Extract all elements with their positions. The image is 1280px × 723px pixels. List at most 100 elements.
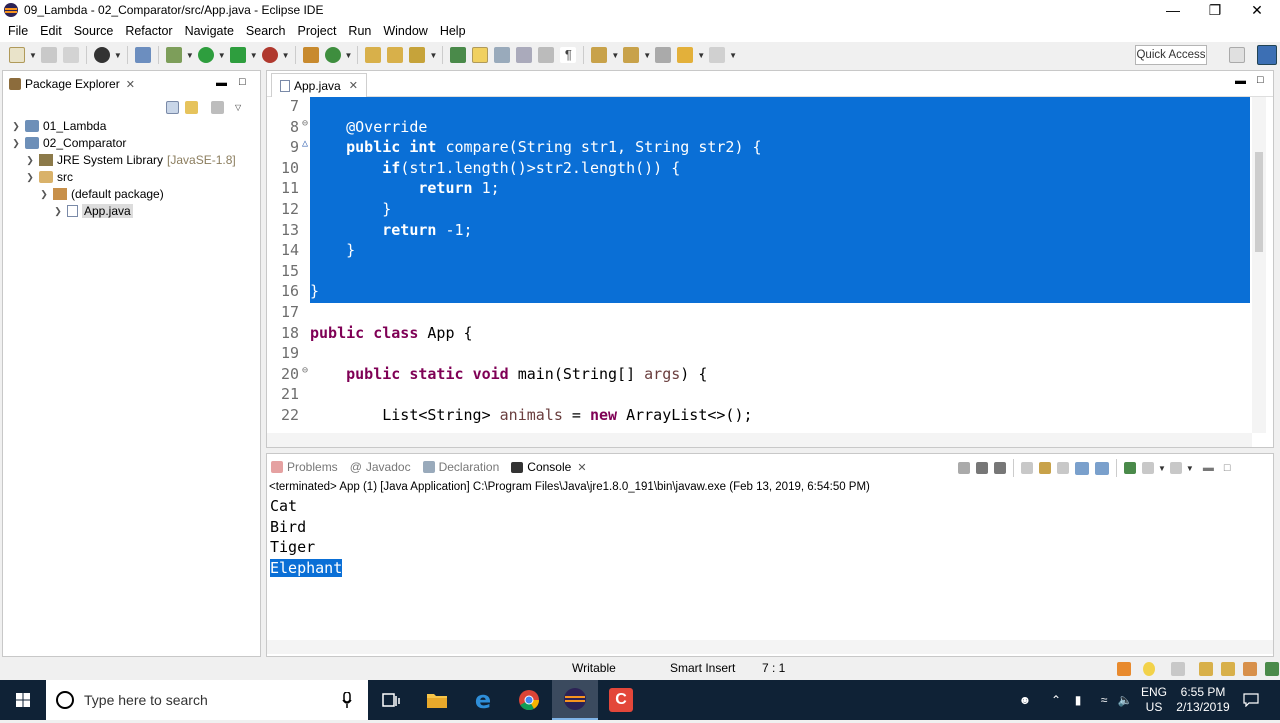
package-explorer-tab[interactable]: Package Explorer ✕ ▬ □ bbox=[3, 71, 260, 97]
chevron-down-icon[interactable]: ▼ bbox=[1158, 464, 1166, 473]
chevron-down-icon[interactable]: ▼ bbox=[643, 51, 651, 60]
battery-icon[interactable]: ▮ bbox=[1070, 680, 1086, 720]
eclipse-taskbar-button[interactable] bbox=[552, 680, 598, 720]
previous-annotation-icon[interactable] bbox=[623, 47, 640, 63]
focus-task-icon[interactable] bbox=[211, 101, 224, 114]
open-console-icon[interactable] bbox=[1169, 462, 1182, 474]
pin-console-icon[interactable] bbox=[1124, 462, 1136, 474]
word-wrap-icon[interactable] bbox=[1057, 462, 1069, 474]
tree-item-app-java[interactable]: ❯ App.java bbox=[53, 203, 133, 219]
terminate-icon[interactable] bbox=[958, 462, 970, 474]
close-icon[interactable]: ✕ bbox=[577, 461, 586, 474]
toggle-breadcrumb-icon[interactable] bbox=[450, 47, 467, 63]
taskbar-search-box[interactable]: Type here to search bbox=[46, 680, 368, 720]
clock[interactable]: 6:55 PM 2/13/2019 bbox=[1172, 680, 1234, 720]
edge-button[interactable]: e bbox=[460, 680, 506, 720]
editor-tab-app-java[interactable]: App.java ✕ bbox=[271, 73, 367, 97]
rss-icon[interactable] bbox=[1117, 662, 1131, 676]
tree-item-01-lambda[interactable]: ❯ 01_Lambda bbox=[11, 118, 106, 134]
forward-arrow-icon[interactable] bbox=[709, 47, 726, 63]
menu-search[interactable]: Search bbox=[240, 24, 292, 38]
close-window-button[interactable]: ✕ bbox=[1234, 0, 1280, 20]
remove-all-icon[interactable] bbox=[994, 462, 1006, 474]
spelling-icon[interactable] bbox=[1265, 662, 1279, 676]
editor-horizontal-scrollbar[interactable] bbox=[267, 433, 1252, 447]
volume-icon[interactable]: 🔈 bbox=[1116, 680, 1134, 720]
console-output[interactable]: Cat Bird Tiger Elephant bbox=[270, 497, 343, 579]
notification-center-icon[interactable] bbox=[1238, 680, 1264, 720]
chevron-down-icon[interactable]: ▼ bbox=[186, 51, 194, 60]
tree-item-src[interactable]: ❯ src bbox=[25, 169, 73, 185]
tree-item-jre-library[interactable]: ❯ JRE System Library [JavaSE-1.8] bbox=[25, 152, 236, 168]
minimize-button[interactable]: — bbox=[1150, 0, 1196, 20]
language-indicator[interactable]: ENG US bbox=[1138, 680, 1170, 720]
maximize-view-icon[interactable]: □ bbox=[1224, 462, 1231, 474]
close-icon[interactable]: ✕ bbox=[349, 79, 358, 92]
open-perspective-icon[interactable] bbox=[1229, 47, 1245, 63]
maximize-button[interactable]: ❐ bbox=[1192, 0, 1238, 20]
chrome-button[interactable] bbox=[506, 680, 552, 720]
people-icon[interactable]: ☻ bbox=[1014, 680, 1036, 720]
menu-project[interactable]: Project bbox=[292, 24, 343, 38]
chevron-right-icon[interactable]: ❯ bbox=[11, 121, 21, 132]
show-whitespace-icon[interactable] bbox=[538, 47, 555, 63]
next-annotation-icon[interactable] bbox=[591, 47, 608, 63]
editor-vertical-scrollbar[interactable] bbox=[1252, 97, 1266, 433]
scroll-lock-icon[interactable] bbox=[1039, 462, 1051, 474]
maximize-view-icon[interactable]: □ bbox=[1257, 74, 1264, 86]
show-on-output-icon[interactable] bbox=[1075, 461, 1089, 475]
clear-console-icon[interactable] bbox=[1021, 462, 1033, 474]
chevron-down-icon[interactable]: ▼ bbox=[729, 51, 737, 60]
pilcrow-icon[interactable]: ¶ bbox=[560, 47, 577, 63]
new-class-icon[interactable] bbox=[324, 47, 341, 63]
chevron-down-icon[interactable]: ▼ bbox=[250, 51, 258, 60]
task-list-icon[interactable] bbox=[1199, 662, 1213, 676]
last-edit-location-icon[interactable] bbox=[655, 47, 672, 63]
open-task-icon[interactable] bbox=[387, 47, 404, 63]
close-icon[interactable]: ✕ bbox=[126, 78, 135, 91]
menu-help[interactable]: Help bbox=[434, 24, 472, 38]
menu-source[interactable]: Source bbox=[68, 24, 120, 38]
java-perspective-icon[interactable] bbox=[1257, 45, 1277, 65]
chevron-down-icon[interactable]: ▼ bbox=[29, 51, 37, 60]
maximize-view-icon[interactable]: □ bbox=[239, 76, 246, 88]
chevron-right-icon[interactable]: ❯ bbox=[53, 206, 63, 217]
show-on-error-icon[interactable] bbox=[1095, 461, 1109, 475]
show-hidden-icons-chevron-icon[interactable]: ⌃ bbox=[1048, 680, 1064, 720]
chevron-down-icon[interactable]: ❯ bbox=[11, 138, 21, 149]
console-horizontal-scrollbar[interactable] bbox=[267, 640, 1273, 654]
task-view-button[interactable] bbox=[368, 680, 414, 720]
chevron-down-icon[interactable]: ▼ bbox=[218, 51, 226, 60]
tab-problems[interactable]: Problems bbox=[271, 460, 338, 474]
collapse-all-icon[interactable] bbox=[166, 101, 179, 114]
tip-icon[interactable] bbox=[1143, 662, 1155, 676]
wifi-icon[interactable]: ≈ bbox=[1094, 680, 1114, 720]
menu-window[interactable]: Window bbox=[377, 24, 433, 38]
search-icon[interactable] bbox=[409, 47, 426, 63]
run-icon[interactable] bbox=[197, 47, 214, 63]
scrollbar-thumb[interactable] bbox=[1255, 152, 1263, 252]
tree-item-02-comparator[interactable]: ❯ 02_Comparator bbox=[11, 135, 126, 151]
menu-refactor[interactable]: Refactor bbox=[119, 24, 178, 38]
chevron-down-icon[interactable]: ▼ bbox=[282, 51, 290, 60]
tab-javadoc[interactable]: @ Javadoc bbox=[350, 460, 411, 474]
back-arrow-icon[interactable] bbox=[677, 47, 694, 63]
new-java-project-icon[interactable] bbox=[302, 47, 319, 63]
coverage-icon[interactable] bbox=[229, 47, 246, 63]
debug-profile-icon[interactable] bbox=[93, 47, 110, 63]
minimize-view-icon[interactable]: ▬ bbox=[1235, 75, 1246, 87]
display-console-icon[interactable] bbox=[1142, 462, 1154, 474]
remove-launch-icon[interactable] bbox=[976, 462, 988, 474]
view-menu-icon[interactable]: ▽ bbox=[235, 103, 241, 112]
chevron-down-icon[interactable]: ▼ bbox=[697, 51, 705, 60]
skip-breakpoints-icon[interactable] bbox=[134, 47, 151, 63]
tab-declaration[interactable]: Declaration bbox=[422, 460, 499, 474]
block-selection-icon[interactable] bbox=[494, 47, 511, 63]
link-with-editor-icon[interactable] bbox=[185, 101, 198, 114]
menu-run[interactable]: Run bbox=[342, 24, 377, 38]
mark-occurrences-icon[interactable] bbox=[472, 47, 489, 63]
microphone-icon[interactable] bbox=[342, 692, 352, 708]
chevron-down-icon[interactable]: ❯ bbox=[25, 172, 35, 183]
minimize-view-icon[interactable]: ▬ bbox=[1203, 462, 1214, 474]
word-wrap-icon[interactable] bbox=[516, 47, 533, 63]
